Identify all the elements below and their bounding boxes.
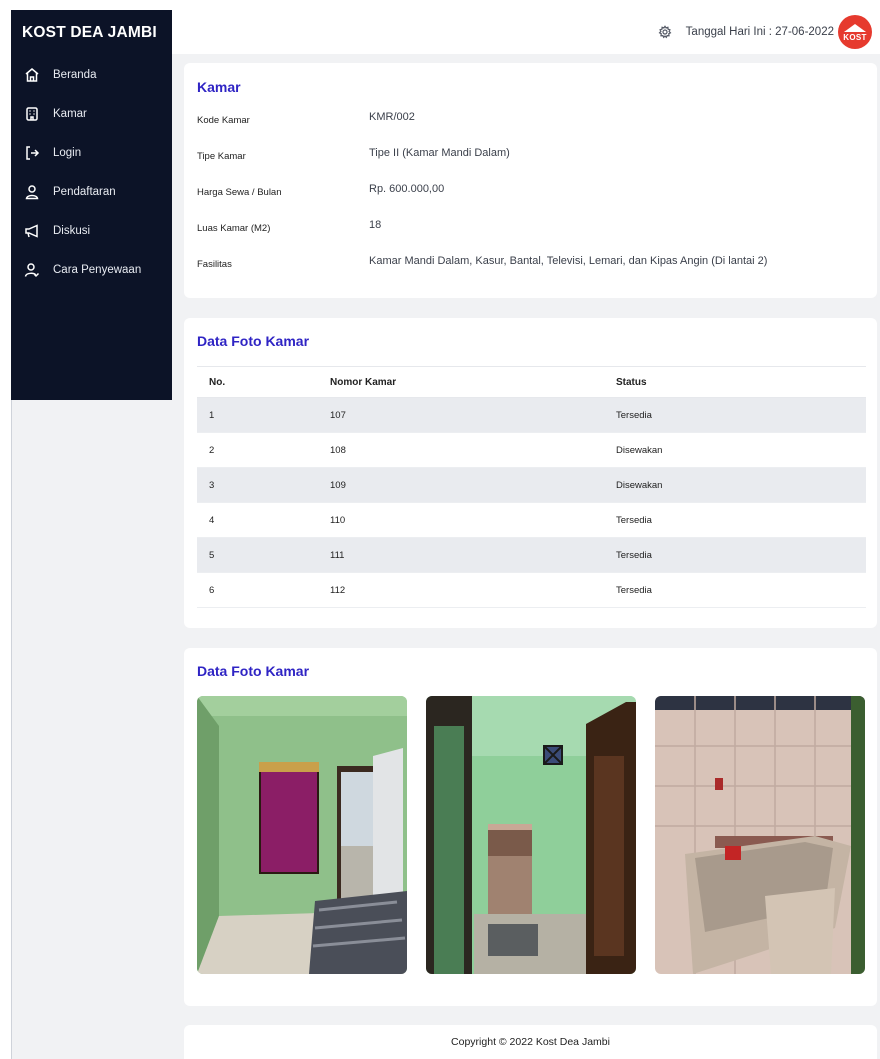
- info-label: Luas Kamar (M2): [197, 223, 271, 234]
- table-row: 3 109 Disewakan: [197, 467, 866, 503]
- cell-no: 5: [197, 537, 318, 573]
- cell-no: 4: [197, 502, 318, 538]
- cell-status: Tersedia: [613, 572, 866, 608]
- table-row: 5 111 Tersedia: [197, 537, 866, 573]
- sidebar-item-kamar[interactable]: Kamar: [11, 94, 172, 133]
- info-value: Kamar Mandi Dalam, Kasur, Bantal, Televi…: [369, 255, 768, 267]
- user-check-icon: [23, 261, 41, 279]
- sidebar-item-cara-penyewaan[interactable]: Cara Penyewaan: [11, 250, 172, 289]
- rooms-table-title: Data Foto Kamar: [197, 333, 310, 349]
- sidebar-item-pendaftaran[interactable]: Pendaftaran: [11, 172, 172, 211]
- table-row: 6 112 Tersedia: [197, 572, 866, 608]
- sidebar: KOST DEA JAMBI Beranda Kamar Login Penda…: [11, 10, 172, 400]
- building-icon: [23, 105, 41, 123]
- info-row-tipe: Tipe Kamar Tipe II (Kamar Mandi Dalam): [197, 147, 867, 167]
- cell-no: 1: [197, 397, 318, 433]
- room-photo-1[interactable]: [197, 696, 407, 974]
- info-label: Kode Kamar: [197, 115, 250, 126]
- table-header-row: No. Nomor Kamar Status: [197, 366, 866, 398]
- roof-icon: [844, 24, 866, 32]
- sidebar-item-label: Cara Penyewaan: [53, 263, 142, 276]
- date-text: Tanggal Hari Ini : 27-06-2022: [685, 26, 834, 38]
- room-photo-2[interactable]: [426, 696, 636, 974]
- copyright-text: Copyright © 2022 Kost Dea Jambi: [451, 1036, 610, 1048]
- logo-text: KOST: [843, 33, 867, 42]
- sidebar-item-label: Login: [53, 146, 82, 159]
- info-value: Tipe II (Kamar Mandi Dalam): [369, 147, 510, 159]
- header-status[interactable]: Status: [613, 366, 866, 398]
- cell-status: Tersedia: [613, 537, 866, 573]
- kost-logo[interactable]: KOST: [838, 15, 872, 49]
- home-icon: [23, 66, 41, 84]
- rooms-table: No. Nomor Kamar Status 1 107 Tersedia 2 …: [197, 366, 866, 608]
- sidebar-item-login[interactable]: Login: [11, 133, 172, 172]
- table-row: 2 108 Disewakan: [197, 432, 866, 468]
- header-nomor-kamar[interactable]: Nomor Kamar: [318, 366, 613, 398]
- sidebar-item-label: Kamar: [53, 107, 87, 120]
- cell-no: 3: [197, 467, 318, 503]
- table-row: 1 107 Tersedia: [197, 397, 866, 433]
- info-row-harga: Harga Sewa / Bulan Rp. 600.000,00: [197, 183, 867, 203]
- cell-nomor-kamar: 108: [318, 432, 613, 468]
- footer: Copyright © 2022 Kost Dea Jambi: [184, 1025, 877, 1059]
- gear-icon[interactable]: [658, 25, 672, 39]
- cell-nomor-kamar: 109: [318, 467, 613, 503]
- sidebar-nav: Beranda Kamar Login Pendaftaran Diskusi: [11, 55, 172, 289]
- rooms-table-card: Data Foto Kamar No. Nomor Kamar Status 1…: [184, 318, 877, 628]
- photos-card: Data Foto Kamar: [184, 648, 877, 1006]
- brand-title[interactable]: KOST DEA JAMBI: [11, 10, 172, 55]
- info-value: KMR/002: [369, 111, 415, 123]
- sidebar-item-label: Beranda: [53, 68, 97, 81]
- photos-title: Data Foto Kamar: [197, 663, 310, 679]
- sidebar-item-beranda[interactable]: Beranda: [11, 55, 172, 94]
- topbar: Tanggal Hari Ini : 27-06-2022 KOST: [172, 10, 880, 54]
- cell-nomor-kamar: 111: [318, 537, 613, 573]
- cell-nomor-kamar: 107: [318, 397, 613, 433]
- room-photo-3[interactable]: [655, 696, 865, 974]
- header-no[interactable]: No.: [197, 366, 318, 398]
- cell-status: Disewakan: [613, 467, 866, 503]
- info-label: Fasilitas: [197, 259, 232, 270]
- table-row: 4 110 Tersedia: [197, 502, 866, 538]
- sidebar-item-label: Pendaftaran: [53, 185, 116, 198]
- kamar-card: Kamar Kode Kamar KMR/002 Tipe Kamar Tipe…: [184, 63, 877, 298]
- user-icon: [23, 183, 41, 201]
- info-value: Rp. 600.000,00: [369, 183, 445, 195]
- cell-no: 6: [197, 572, 318, 608]
- cell-status: Tersedia: [613, 397, 866, 433]
- cell-nomor-kamar: 112: [318, 572, 613, 608]
- info-row-fasilitas: Fasilitas Kamar Mandi Dalam, Kasur, Bant…: [197, 255, 867, 275]
- sidebar-item-label: Diskusi: [53, 224, 91, 237]
- info-row-luas: Luas Kamar (M2) 18: [197, 219, 867, 239]
- cell-status: Tersedia: [613, 502, 866, 538]
- info-label: Harga Sewa / Bulan: [197, 187, 282, 198]
- megaphone-icon: [23, 222, 41, 240]
- kamar-title: Kamar: [197, 79, 241, 95]
- cell-status: Disewakan: [613, 432, 866, 468]
- info-row-kode: Kode Kamar KMR/002: [197, 111, 867, 131]
- info-label: Tipe Kamar: [197, 151, 246, 162]
- sidebar-item-diskusi[interactable]: Diskusi: [11, 211, 172, 250]
- login-icon: [23, 144, 41, 162]
- info-value: 18: [369, 219, 382, 231]
- cell-nomor-kamar: 110: [318, 502, 613, 538]
- cell-no: 2: [197, 432, 318, 468]
